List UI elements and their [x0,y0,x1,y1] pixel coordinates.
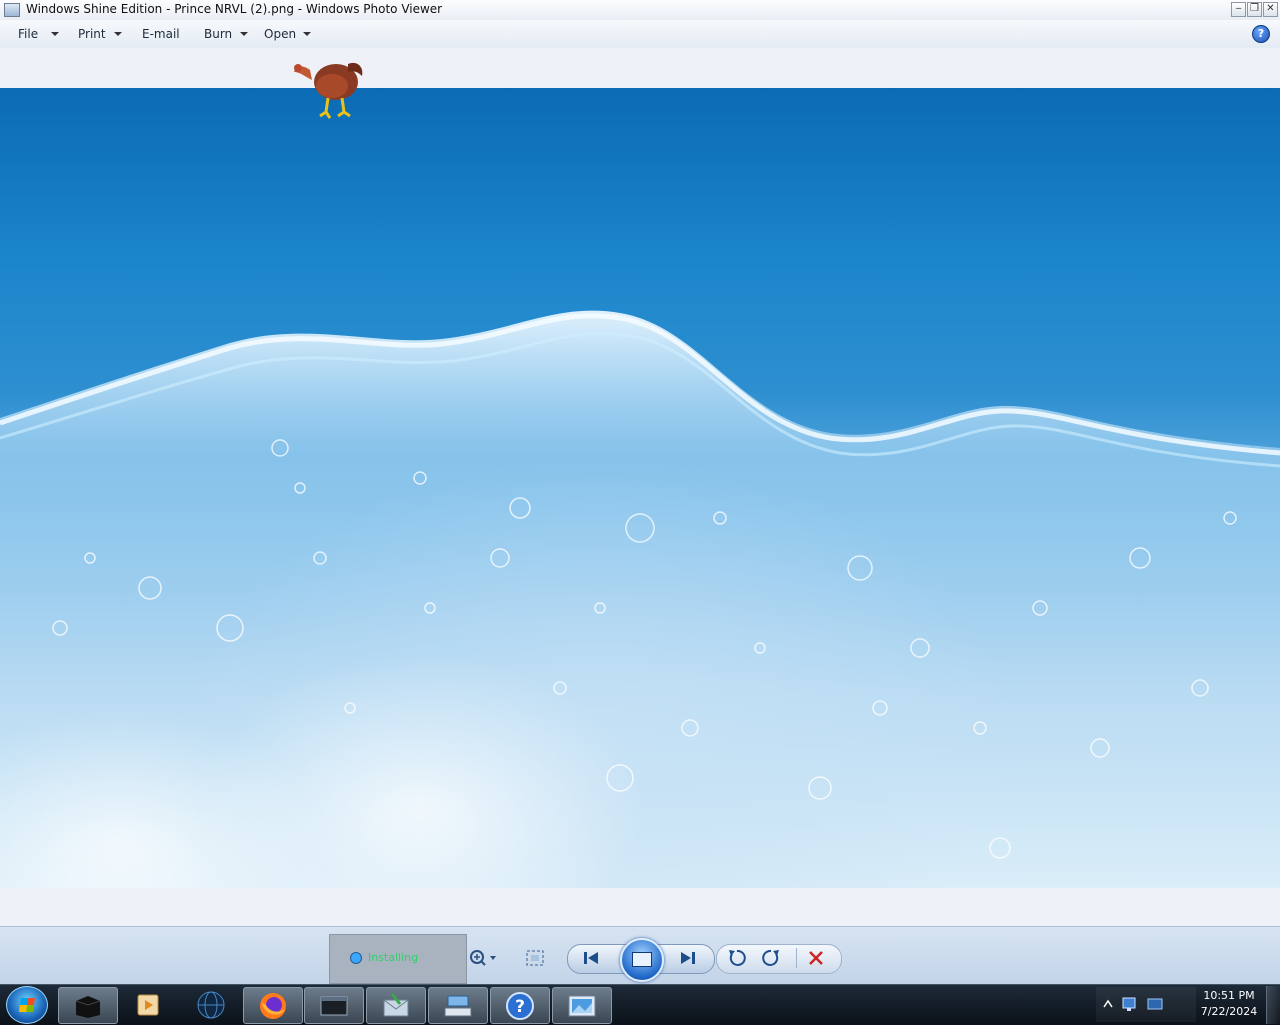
window-title: Windows Shine Edition - Prince NRVL (2).… [26,2,443,16]
next-icon[interactable] [679,950,697,966]
slideshow-button[interactable] [620,938,664,982]
taskbar-item-firefox[interactable] [243,987,303,1024]
delete-icon[interactable] [808,950,824,966]
taskbar-item-black-box[interactable] [58,987,118,1024]
menu-file[interactable]: File [18,27,38,41]
chevron-up-icon[interactable] [1102,997,1114,1011]
monitor-icon[interactable] [1146,995,1164,1013]
network-icon[interactable] [1120,995,1138,1013]
slideshow-icon [632,952,652,967]
photo-viewer-icon [4,3,20,17]
minimize-button[interactable]: ‒ [1231,2,1246,17]
taskbar-item-terminal[interactable] [304,987,364,1024]
water-wave-graphic [0,310,1280,888]
menu-open[interactable]: Open [264,27,296,41]
taskbar-item-keyboard[interactable] [428,987,488,1024]
menu-email[interactable]: E-mail [142,27,180,41]
keyboard-icon [444,995,472,1016]
status-tooltip: Installing [329,934,467,984]
start-button[interactable] [6,986,48,1024]
chevron-down-icon[interactable] [240,32,248,36]
window-icon [320,996,348,1015]
window-controls: ‒ ❐ ✕ [1231,2,1278,17]
clock-time: 10:51 PM [1203,989,1255,1002]
displayed-photo [0,88,1280,888]
rotate-clockwise-icon[interactable] [762,948,780,968]
status-text: Installing [368,951,419,964]
rotate-counterclockwise-icon[interactable] [728,948,746,968]
previous-icon[interactable] [582,950,600,966]
photo-viewer-icon [568,995,596,1016]
separator [796,948,797,968]
taskbar-item-mail[interactable] [366,987,426,1024]
mail-icon [383,992,409,1016]
chevron-down-icon[interactable] [114,32,122,36]
windows-logo-icon [19,998,35,1012]
chevron-down-icon[interactable] [51,32,59,36]
firefox-icon [260,992,286,1019]
menu-burn[interactable]: Burn [204,27,232,41]
close-button[interactable]: ✕ [1263,2,1278,17]
globe-icon [197,991,225,1018]
clock-date: 7/22/2024 [1200,1005,1258,1018]
taskbar-item-dark-orb[interactable] [182,987,240,1022]
black-box-icon [75,995,101,1018]
svg-text:?: ? [515,997,525,1017]
restore-button[interactable]: ❐ [1247,2,1262,17]
taskbar-item-help[interactable]: ? [490,987,550,1024]
help-icon: ? [506,991,534,1020]
taskbar-item-photo-viewer[interactable] [552,987,612,1024]
installing-icon [350,952,362,964]
menu-print[interactable]: Print [78,27,106,41]
system-tray [1096,987,1196,1022]
show-desktop-button[interactable] [1266,986,1280,1024]
taskbar-item-media-player[interactable] [120,987,178,1022]
media-player-icon [137,994,159,1015]
actual-size-icon[interactable] [526,950,544,966]
help-button[interactable]: ? [1252,25,1270,43]
zoom-icon[interactable] [468,948,498,968]
chevron-down-icon[interactable] [303,32,311,36]
title-bar: Windows Shine Edition - Prince NRVL (2).… [0,0,1280,21]
taskbar-clock[interactable]: 10:51 PM 7/22/2024 [1198,988,1260,1020]
turkey-mascot-icon[interactable] [292,50,370,122]
menu-bar: File Print E-mail Burn Open ? [0,20,1280,49]
